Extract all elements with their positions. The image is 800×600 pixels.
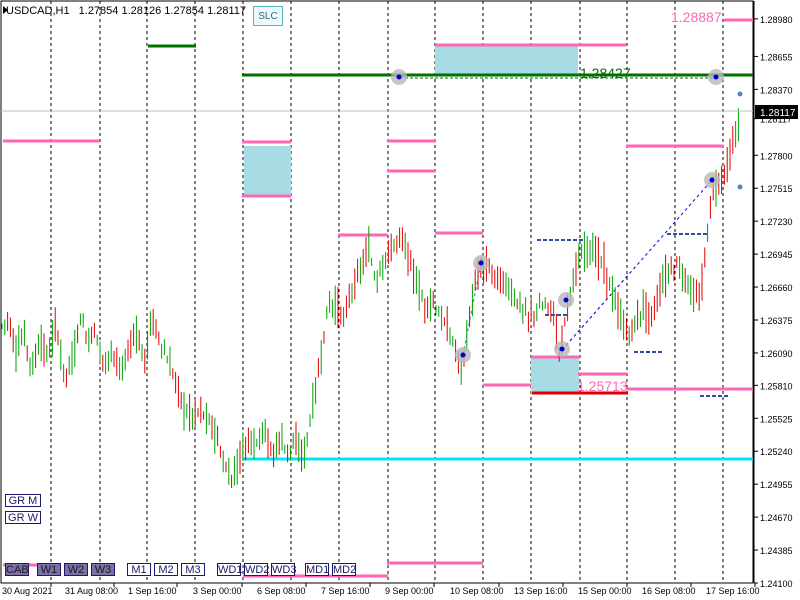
price-tick-label: 1.24670 bbox=[760, 513, 793, 523]
levels bbox=[3, 18, 753, 578]
lower-pink-label: 1.25713 bbox=[577, 378, 628, 394]
price-axis: 1.28980 1.28655 1.28370 1.28117 1.27800 1.275… bbox=[754, 15, 793, 589]
time-tick-label: 16 Sep 08:00 bbox=[642, 586, 696, 596]
time-tick-label: 9 Sep 00:00 bbox=[385, 586, 434, 596]
md1-button[interactable]: MD1 bbox=[305, 563, 329, 576]
time-tick-label: 13 Sep 16:00 bbox=[514, 586, 568, 596]
time-tick-label: 1 Sep 16:00 bbox=[128, 586, 177, 596]
time-tick-label: 10 Sep 08:00 bbox=[450, 586, 504, 596]
signal-point-icon bbox=[460, 352, 466, 358]
wd3-button[interactable]: WD3 bbox=[271, 563, 296, 576]
projection-dot-icon bbox=[737, 184, 743, 190]
price-tick-label: 1.27800 bbox=[760, 151, 793, 161]
m1-button[interactable]: M1 bbox=[127, 563, 151, 576]
m3-button[interactable]: M3 bbox=[181, 563, 205, 576]
price-zone-box bbox=[435, 45, 578, 75]
price-tick-label: 1.28370 bbox=[760, 85, 793, 95]
ohlc-text: 1.27854 1.28126 1.27854 1.28117 bbox=[79, 5, 246, 17]
time-tick-label: 31 Aug 08:00 bbox=[65, 586, 118, 596]
price-tick-label: 1.26375 bbox=[760, 316, 793, 326]
current-price-text: 1.28117 bbox=[760, 108, 796, 119]
signal-point-icon bbox=[559, 346, 565, 352]
upper-pink-label: 1.28887 bbox=[671, 9, 722, 25]
signal-point-icon bbox=[563, 297, 569, 303]
time-tick-label: 3 Sep 00:00 bbox=[193, 586, 242, 596]
gr-m-button[interactable]: GR M bbox=[5, 494, 41, 507]
slc-button[interactable]: SLC bbox=[253, 6, 283, 26]
green-level-label: 1.28427 bbox=[580, 65, 631, 81]
price-chart[interactable]: 1.28980 1.28655 1.28370 1.28117 1.27800 1.275… bbox=[0, 0, 800, 600]
zones bbox=[244, 45, 579, 393]
m2-button[interactable]: M2 bbox=[154, 563, 178, 576]
candles bbox=[1, 108, 739, 488]
time-tick-label: 17 Sep 16:00 bbox=[706, 586, 760, 596]
signal-point-icon bbox=[478, 260, 484, 266]
projection-dot-icon bbox=[737, 91, 743, 97]
price-tick-label: 1.27515 bbox=[760, 184, 793, 194]
price-tick-label: 1.25240 bbox=[760, 447, 793, 457]
markers bbox=[391, 69, 743, 363]
time-tick-label: 30 Aug 2021 bbox=[2, 586, 53, 596]
price-tick-label: 1.26090 bbox=[760, 349, 793, 359]
price-tick-label: 1.26660 bbox=[760, 283, 793, 293]
price-tick-label: 1.24385 bbox=[760, 546, 793, 556]
price-tick-label: 1.24955 bbox=[760, 480, 793, 490]
symbol-ohlc-header: USDCAD,H1 1.27854 1.28126 1.27854 1.2811… bbox=[6, 5, 246, 17]
time-tick-label: 7 Sep 16:00 bbox=[321, 586, 370, 596]
price-tick-label: 1.26945 bbox=[760, 250, 793, 260]
price-tick-label: 1.28655 bbox=[760, 52, 793, 62]
signal-point-icon bbox=[396, 74, 402, 80]
time-tick-label: 6 Sep 08:00 bbox=[257, 586, 306, 596]
price-tick-label: 1.27230 bbox=[760, 217, 793, 227]
price-zone-box bbox=[244, 146, 291, 196]
day-separators bbox=[50, 1, 724, 583]
wd2-button[interactable]: WD2 bbox=[244, 563, 269, 576]
md2-button[interactable]: MD2 bbox=[332, 563, 356, 576]
w2-button[interactable]: W2 bbox=[64, 563, 88, 576]
gr-w-button[interactable]: GR W bbox=[5, 511, 41, 524]
signal-point-icon bbox=[713, 74, 719, 80]
price-tick-label: 1.28980 bbox=[760, 15, 793, 25]
cab-button[interactable]: CAB bbox=[5, 563, 29, 576]
signal-point-icon bbox=[709, 177, 715, 183]
price-tick-label: 1.24100 bbox=[760, 579, 793, 589]
price-tick-label: 1.25810 bbox=[760, 381, 793, 391]
symbol-text: USDCAD,H1 bbox=[6, 5, 70, 17]
time-axis: 30 Aug 2021 31 Aug 08:00 1 Sep 16:00 3 Sep … bbox=[2, 583, 760, 596]
w3-button[interactable]: W3 bbox=[91, 563, 115, 576]
w1-button[interactable]: W1 bbox=[37, 563, 61, 576]
time-tick-label: 15 Sep 00:00 bbox=[578, 586, 632, 596]
wd1-button[interactable]: WD1 bbox=[217, 563, 242, 576]
price-tick-label: 1.25525 bbox=[760, 414, 793, 424]
price-zone-box bbox=[531, 357, 579, 393]
